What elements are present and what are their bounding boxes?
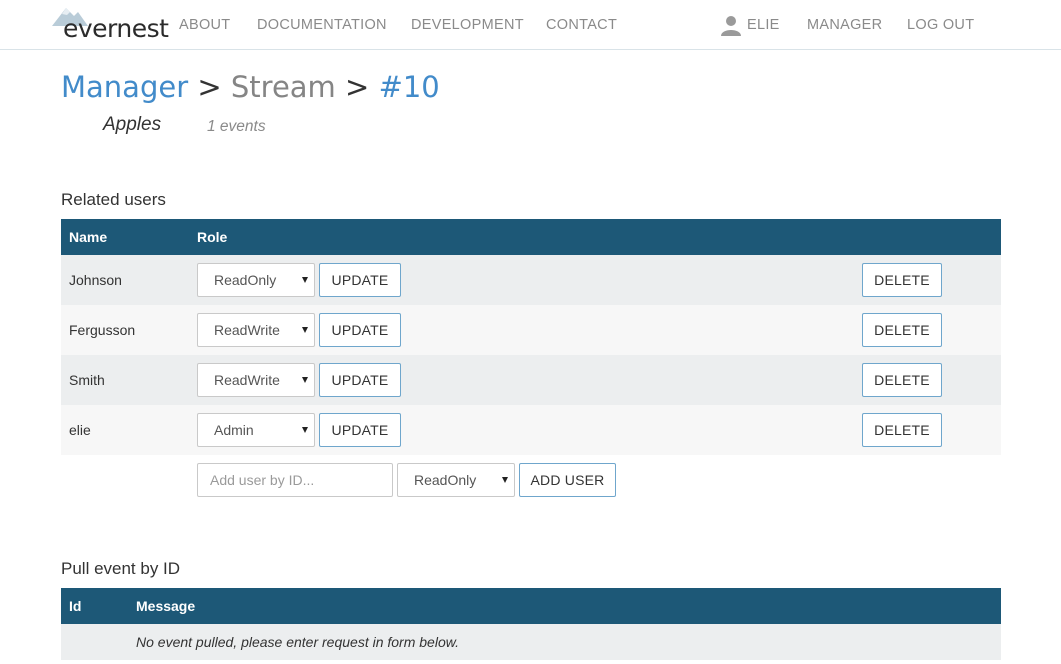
table-row: No event pulled, please enter request in… [61, 624, 1001, 660]
role-select-value: Admin [214, 422, 254, 438]
add-user-role-select[interactable]: ReadOnly [397, 463, 515, 497]
update-button[interactable]: UPDATE [319, 313, 401, 347]
nav-contact-link[interactable]: CONTACT [546, 17, 617, 33]
related-users-title: Related users [61, 190, 166, 209]
role-select-value: ReadWrite [214, 322, 280, 338]
logo-text: evernest [63, 14, 169, 43]
nav-development-link[interactable]: DEVELOPMENT [411, 17, 524, 33]
dropdown-caret-icon [302, 277, 308, 283]
role-select[interactable]: ReadWrite [197, 313, 315, 347]
table-row: elie Admin UPDATE DELETE [61, 405, 1001, 455]
role-select[interactable]: ReadOnly [197, 263, 315, 297]
delete-button[interactable]: DELETE [862, 363, 942, 397]
column-header-name: Name [69, 229, 108, 245]
breadcrumb-separator: > [345, 70, 370, 104]
delete-button[interactable]: DELETE [862, 263, 942, 297]
stream-event-count: 1 events [207, 118, 266, 135]
nav-documentation-link[interactable]: DOCUMENTATION [257, 17, 387, 33]
delete-button[interactable]: DELETE [862, 313, 942, 347]
role-select-value: ReadWrite [214, 372, 280, 388]
table-row: Smith ReadWrite UPDATE DELETE [61, 355, 1001, 405]
user-name: elie [69, 422, 91, 438]
related-users-table: Name Role Johnson ReadOnly UPDATE DELETE… [61, 219, 1001, 505]
update-button[interactable]: UPDATE [319, 363, 401, 397]
breadcrumb-manager-link[interactable]: Manager [61, 70, 188, 104]
user-icon [721, 16, 741, 36]
add-user-button[interactable]: ADD USER [519, 463, 616, 497]
column-header-message: Message [136, 598, 196, 614]
top-navbar: evernest ABOUT DOCUMENTATION DEVELOPMENT… [0, 0, 1061, 50]
table-row: Fergusson ReadWrite UPDATE DELETE [61, 305, 1001, 355]
add-user-row: ReadOnly ADD USER [61, 455, 1001, 505]
table-header: Name Role [61, 219, 1001, 255]
pull-event-table: Id Message No event pulled, please enter… [61, 588, 1001, 660]
dropdown-caret-icon [502, 477, 508, 483]
table-row: Johnson ReadOnly UPDATE DELETE [61, 255, 1001, 305]
nav-about-link[interactable]: ABOUT [179, 17, 230, 33]
breadcrumb-stream: Stream [230, 70, 336, 104]
evernest-logo[interactable]: evernest [52, 4, 169, 44]
nav-logout-link[interactable]: LOG OUT [907, 17, 974, 33]
user-name: Smith [69, 372, 105, 388]
nav-manager-link[interactable]: MANAGER [807, 17, 882, 33]
column-header-role: Role [197, 229, 228, 245]
update-button[interactable]: UPDATE [319, 413, 401, 447]
dropdown-caret-icon [302, 427, 308, 433]
nav-user-link[interactable]: ELIE [747, 17, 780, 33]
dropdown-caret-icon [302, 377, 308, 383]
breadcrumb-stream-id-link[interactable]: #10 [379, 70, 440, 104]
column-header-id: Id [69, 598, 82, 614]
stream-name: Apples [103, 114, 162, 135]
add-user-id-input[interactable] [197, 463, 393, 497]
empty-message: No event pulled, please enter request in… [136, 634, 459, 650]
role-select[interactable]: Admin [197, 413, 315, 447]
user-name: Fergusson [69, 322, 136, 338]
user-name: Johnson [69, 272, 122, 288]
breadcrumb: Manager > Stream > #10 [61, 70, 440, 104]
table-header: Id Message [61, 588, 1001, 624]
pull-event-title: Pull event by ID [61, 559, 181, 578]
delete-button[interactable]: DELETE [862, 413, 942, 447]
update-button[interactable]: UPDATE [319, 263, 401, 297]
dropdown-caret-icon [302, 327, 308, 333]
role-select-value: ReadOnly [214, 272, 277, 288]
role-select-value: ReadOnly [414, 472, 477, 488]
breadcrumb-separator: > [197, 70, 222, 104]
role-select[interactable]: ReadWrite [197, 363, 315, 397]
